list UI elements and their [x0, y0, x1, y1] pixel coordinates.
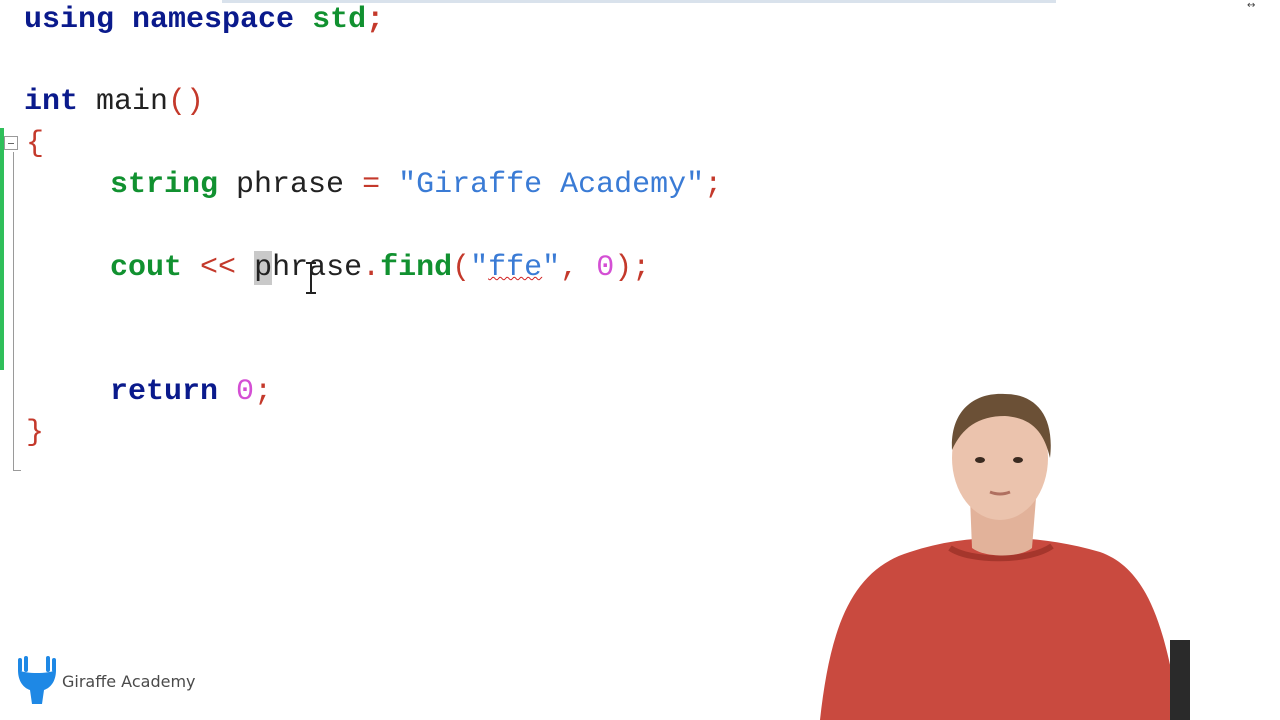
semicolon: ;	[632, 251, 651, 285]
type-int: int	[24, 85, 79, 119]
operator-assign: =	[362, 168, 381, 202]
comma: ,	[560, 251, 579, 285]
giraffe-hand-icon	[18, 656, 56, 704]
semicolon: ;	[254, 375, 273, 409]
code-line-string[interactable]: string phrase = "Giraffe Academy";	[110, 165, 722, 205]
brace-open-text: {	[26, 127, 45, 161]
code-line-return[interactable]: return 0;	[110, 372, 272, 412]
type-string: string	[110, 168, 219, 202]
keyword-using: using	[24, 3, 115, 37]
semicolon: ;	[366, 3, 385, 37]
text-cursor-icon	[306, 262, 316, 294]
code-line-using[interactable]: using namespace std;	[24, 0, 384, 40]
namespace-std: std	[312, 3, 367, 37]
function-main: main	[96, 85, 169, 119]
brace-close-text: }	[26, 416, 45, 450]
selected-text[interactable]: p	[254, 251, 273, 285]
string-literal: "Giraffe Academy"	[398, 168, 705, 202]
keyword-namespace: namespace	[132, 3, 295, 37]
number-zero: 0	[236, 375, 255, 409]
giraffe-academy-logo: Giraffe Academy	[14, 656, 196, 706]
code-line-main[interactable]: int main()	[24, 82, 204, 122]
method-find: find	[380, 251, 453, 285]
var-phrase: phrase	[236, 168, 345, 202]
resize-arrows-icon[interactable]: ↔	[1247, 0, 1255, 11]
code-line-cout[interactable]: cout << phrase.find("ffe", 0);	[110, 248, 650, 288]
identifier-cout: cout	[110, 251, 183, 285]
change-margin-bar	[0, 128, 4, 370]
logo-text: Giraffe Academy	[62, 671, 196, 691]
fold-guide-line	[13, 152, 14, 470]
open-brace[interactable]: {	[26, 124, 44, 164]
paren-close: )	[614, 251, 633, 285]
semicolon: ;	[704, 168, 723, 202]
quote-close: "	[542, 251, 561, 285]
dot-operator: .	[362, 251, 381, 285]
close-brace[interactable]: }	[26, 413, 44, 453]
quote-open: "	[470, 251, 489, 285]
string-ffe: ffe	[488, 251, 543, 285]
operator-stream: <<	[200, 251, 237, 285]
keyword-return: return	[110, 375, 219, 409]
number-zero: 0	[596, 251, 615, 285]
paren-open: (	[452, 251, 471, 285]
presenter-video-overlay	[820, 393, 1190, 720]
fold-guide-end	[13, 470, 21, 471]
parens: ()	[168, 85, 205, 119]
collapse-icon[interactable]	[4, 136, 18, 150]
